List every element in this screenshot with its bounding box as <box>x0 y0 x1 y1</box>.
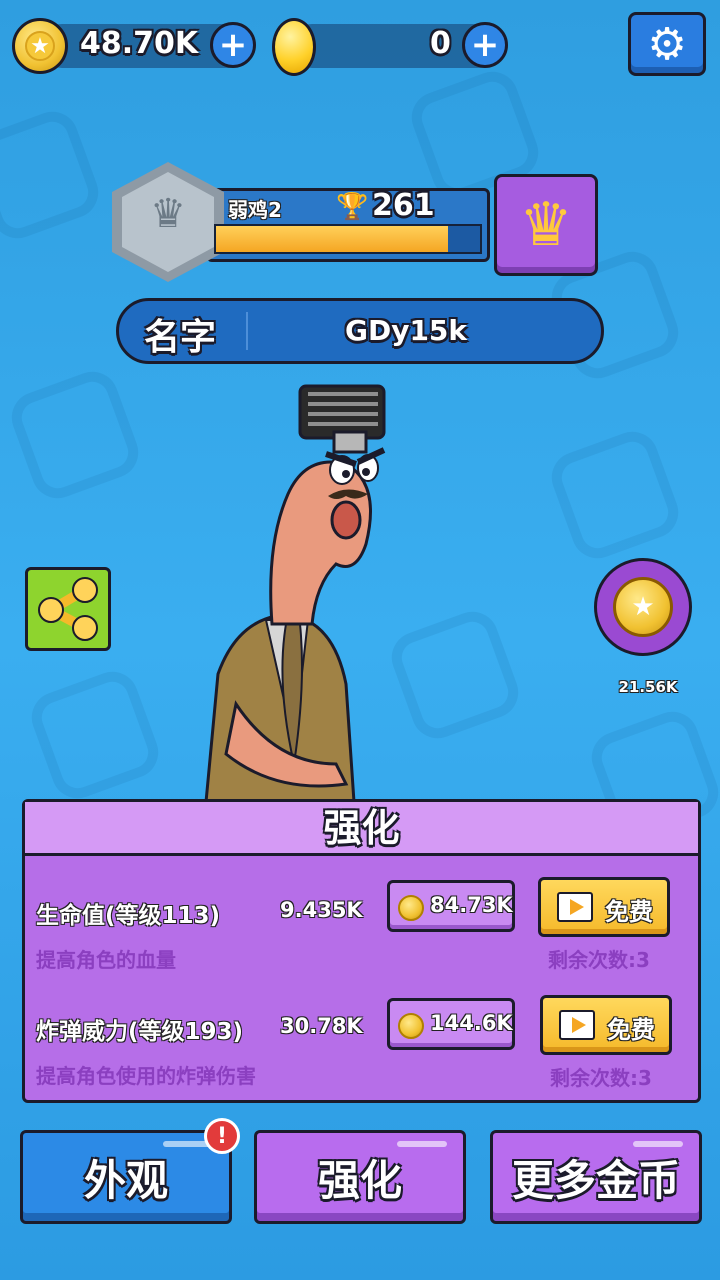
free-upgrade-video-button[interactable]: 免费 <box>540 995 672 1055</box>
name-label: 名字 <box>144 317 217 358</box>
coin-balance: 48.70K <box>80 26 199 61</box>
gold-crown-icon: ♛ <box>519 190 573 260</box>
upgrade-name: 生命值(等级113) <box>36 903 221 929</box>
free-upgrade-video-button[interactable]: 免费 <box>538 877 670 937</box>
gold-egg-icon <box>272 18 316 76</box>
upgrade-description: 提高角色使用的炸弹伤害 <box>36 1064 256 1088</box>
rank-progress-fill <box>216 226 449 252</box>
trophy-icon: 🏆 <box>336 192 369 222</box>
button-gloss <box>633 1141 683 1147</box>
upgrade-panel-title: 强化 <box>323 806 400 850</box>
vip-button[interactable]: ♛ <box>494 174 598 276</box>
add-gems-button[interactable]: + <box>462 22 508 68</box>
free-label: 免费 <box>605 898 653 926</box>
button-gloss <box>397 1141 447 1147</box>
gear-icon: ⚙ <box>647 18 687 70</box>
silver-crown-badge-icon: ♛ <box>150 191 186 237</box>
upgrade-cost: 144.6K <box>430 1011 513 1035</box>
upgrade-cost-button[interactable]: 84.73K <box>387 880 515 932</box>
nav-appearance-button[interactable]: 外观 <box>20 1130 232 1224</box>
nav-upgrade-button[interactable]: 强化 <box>254 1130 466 1224</box>
rank-name: 弱鸡2 <box>228 198 282 222</box>
nav-more-coins-label: 更多金币 <box>511 1155 680 1205</box>
gem-balance: 0 <box>430 26 451 61</box>
nav-more-coins-button[interactable]: 更多金币 <box>490 1130 702 1224</box>
bonus-coin-amount: 21.56K <box>618 678 678 696</box>
notification-badge: ! <box>204 1118 240 1154</box>
upgrade-description: 提高角色的血量 <box>36 948 176 972</box>
bonus-coin-button[interactable]: ★ <box>594 558 692 656</box>
upgrade-value: 9.435K <box>280 898 363 922</box>
upgrade-value: 30.78K <box>280 1014 363 1038</box>
nav-upgrade-label: 强化 <box>317 1155 402 1205</box>
remaining-count: 剩余次数:3 <box>548 948 650 972</box>
player-name: GDy15k <box>344 314 468 347</box>
trophy-count: 261 <box>372 188 435 223</box>
add-coins-button[interactable]: + <box>210 22 256 68</box>
coin-icon <box>398 1013 424 1039</box>
free-label: 免费 <box>607 1016 655 1044</box>
share-icon <box>38 577 98 641</box>
rank-progress-bar <box>214 224 482 254</box>
share-button[interactable] <box>25 567 111 651</box>
upgrade-name: 炸弹威力(等级193) <box>36 1019 244 1045</box>
video-play-icon <box>559 1010 595 1040</box>
character-avatar <box>204 384 386 802</box>
video-play-icon <box>557 892 593 922</box>
nav-appearance-label: 外观 <box>83 1155 168 1205</box>
upgrade-cost-button[interactable]: 144.6K <box>387 998 515 1050</box>
coin-icon <box>398 895 424 921</box>
remaining-count: 剩余次数:3 <box>550 1066 652 1090</box>
star-coin-icon: ★ <box>12 18 68 74</box>
settings-button[interactable]: ⚙ <box>628 12 706 76</box>
upgrade-cost: 84.73K <box>430 893 513 917</box>
star-coin-icon: ★ <box>613 577 673 637</box>
